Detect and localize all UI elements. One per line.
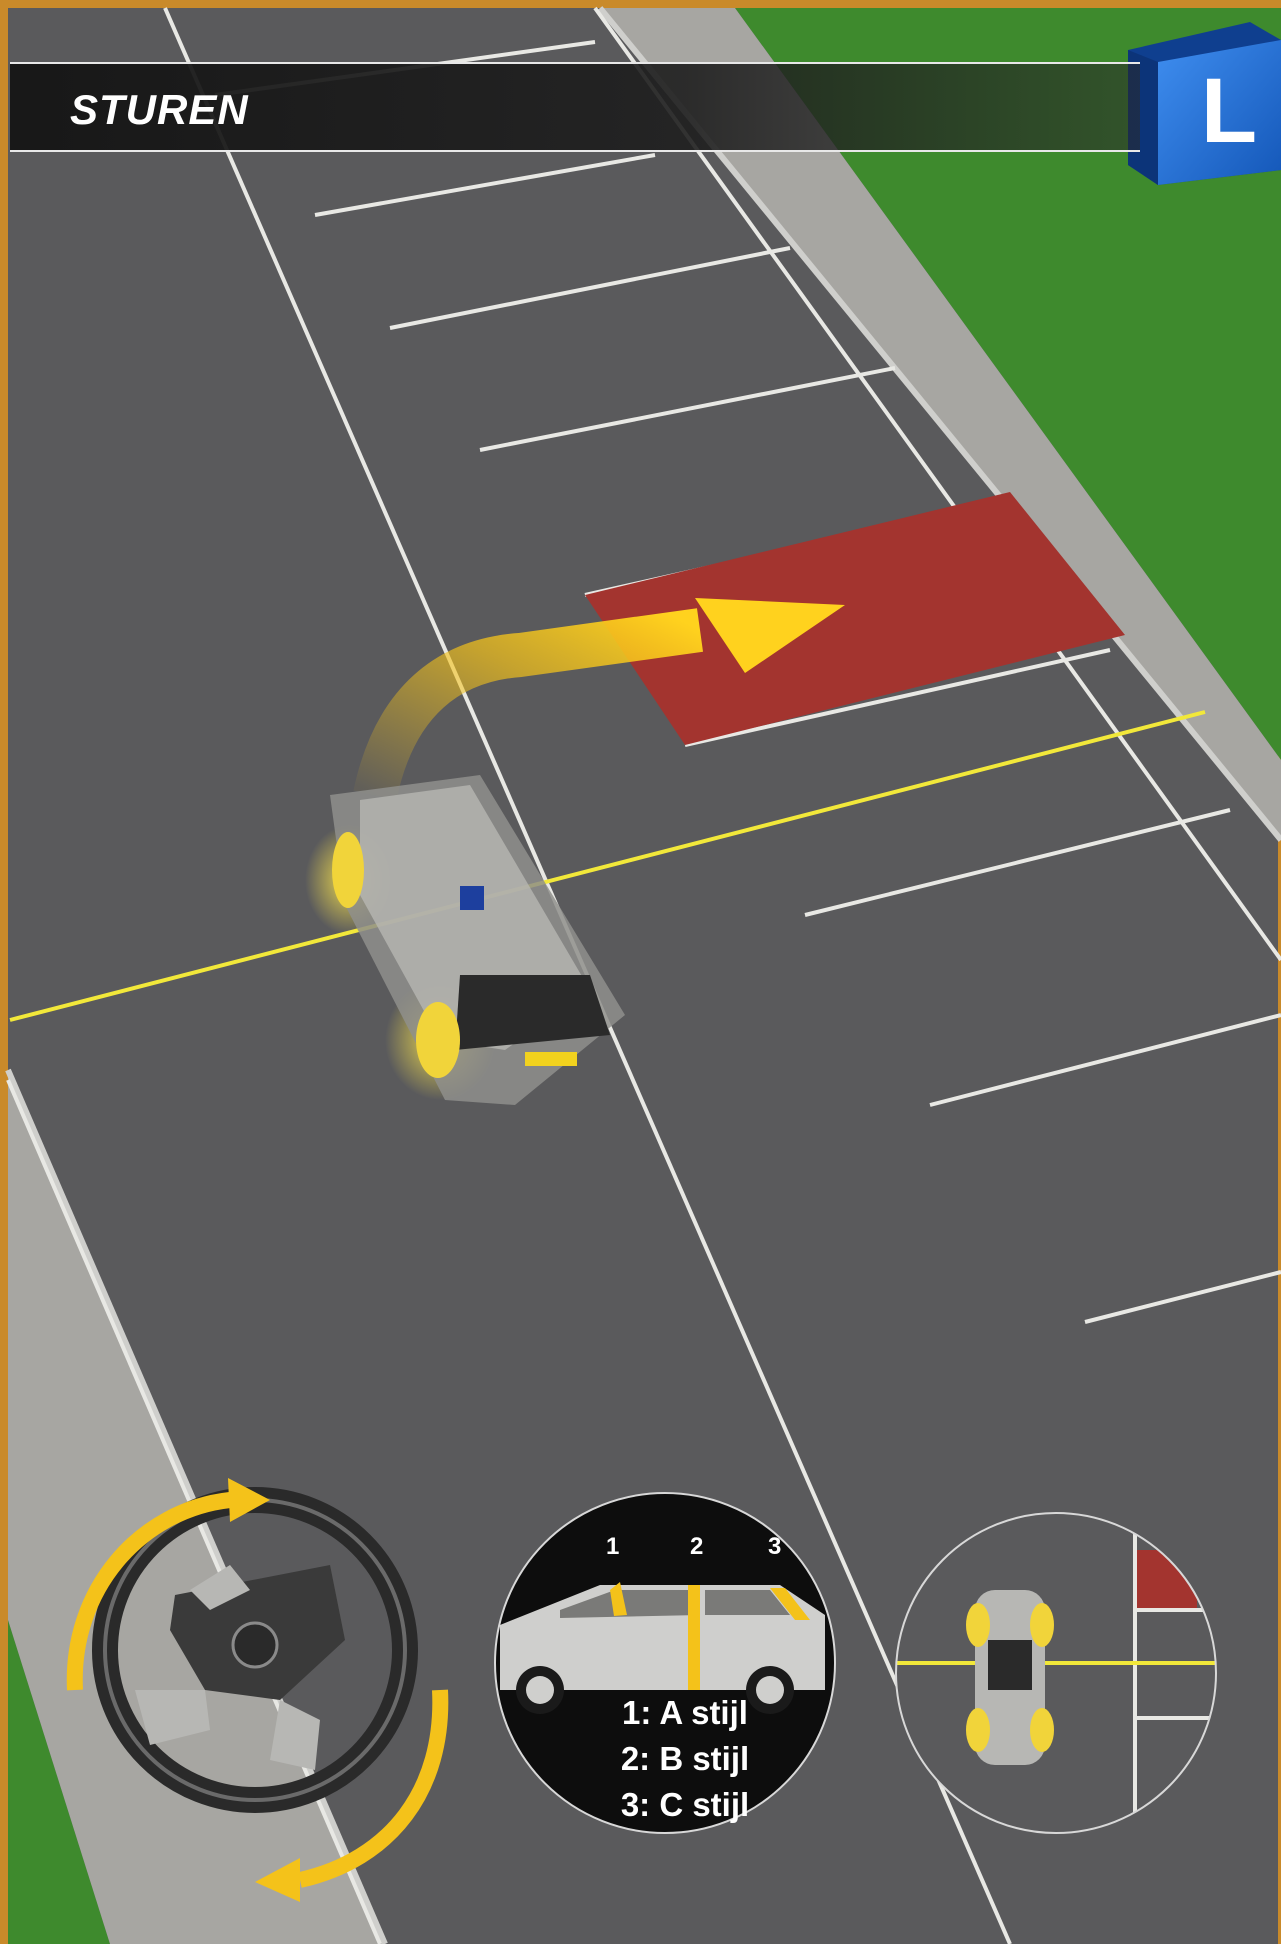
- page-title: STUREN: [70, 86, 249, 133]
- legend-b-pillar: 2: B stijl: [620, 1740, 750, 1777]
- parking-scene: [5, 6, 1281, 1944]
- legend-a-pillar: 1: A stijl: [622, 1694, 748, 1731]
- pillar-number-3: 3: [768, 1533, 782, 1560]
- pillar-number-1: 1: [606, 1533, 620, 1560]
- learner-badge-letter: L: [1200, 60, 1258, 162]
- legend-c-pillar: 3: C stijl: [620, 1786, 750, 1823]
- pillar-legend: 1: A stijl 2: B stijl 3: C stijl: [560, 1690, 810, 1828]
- pillar-number-2: 2: [690, 1533, 704, 1560]
